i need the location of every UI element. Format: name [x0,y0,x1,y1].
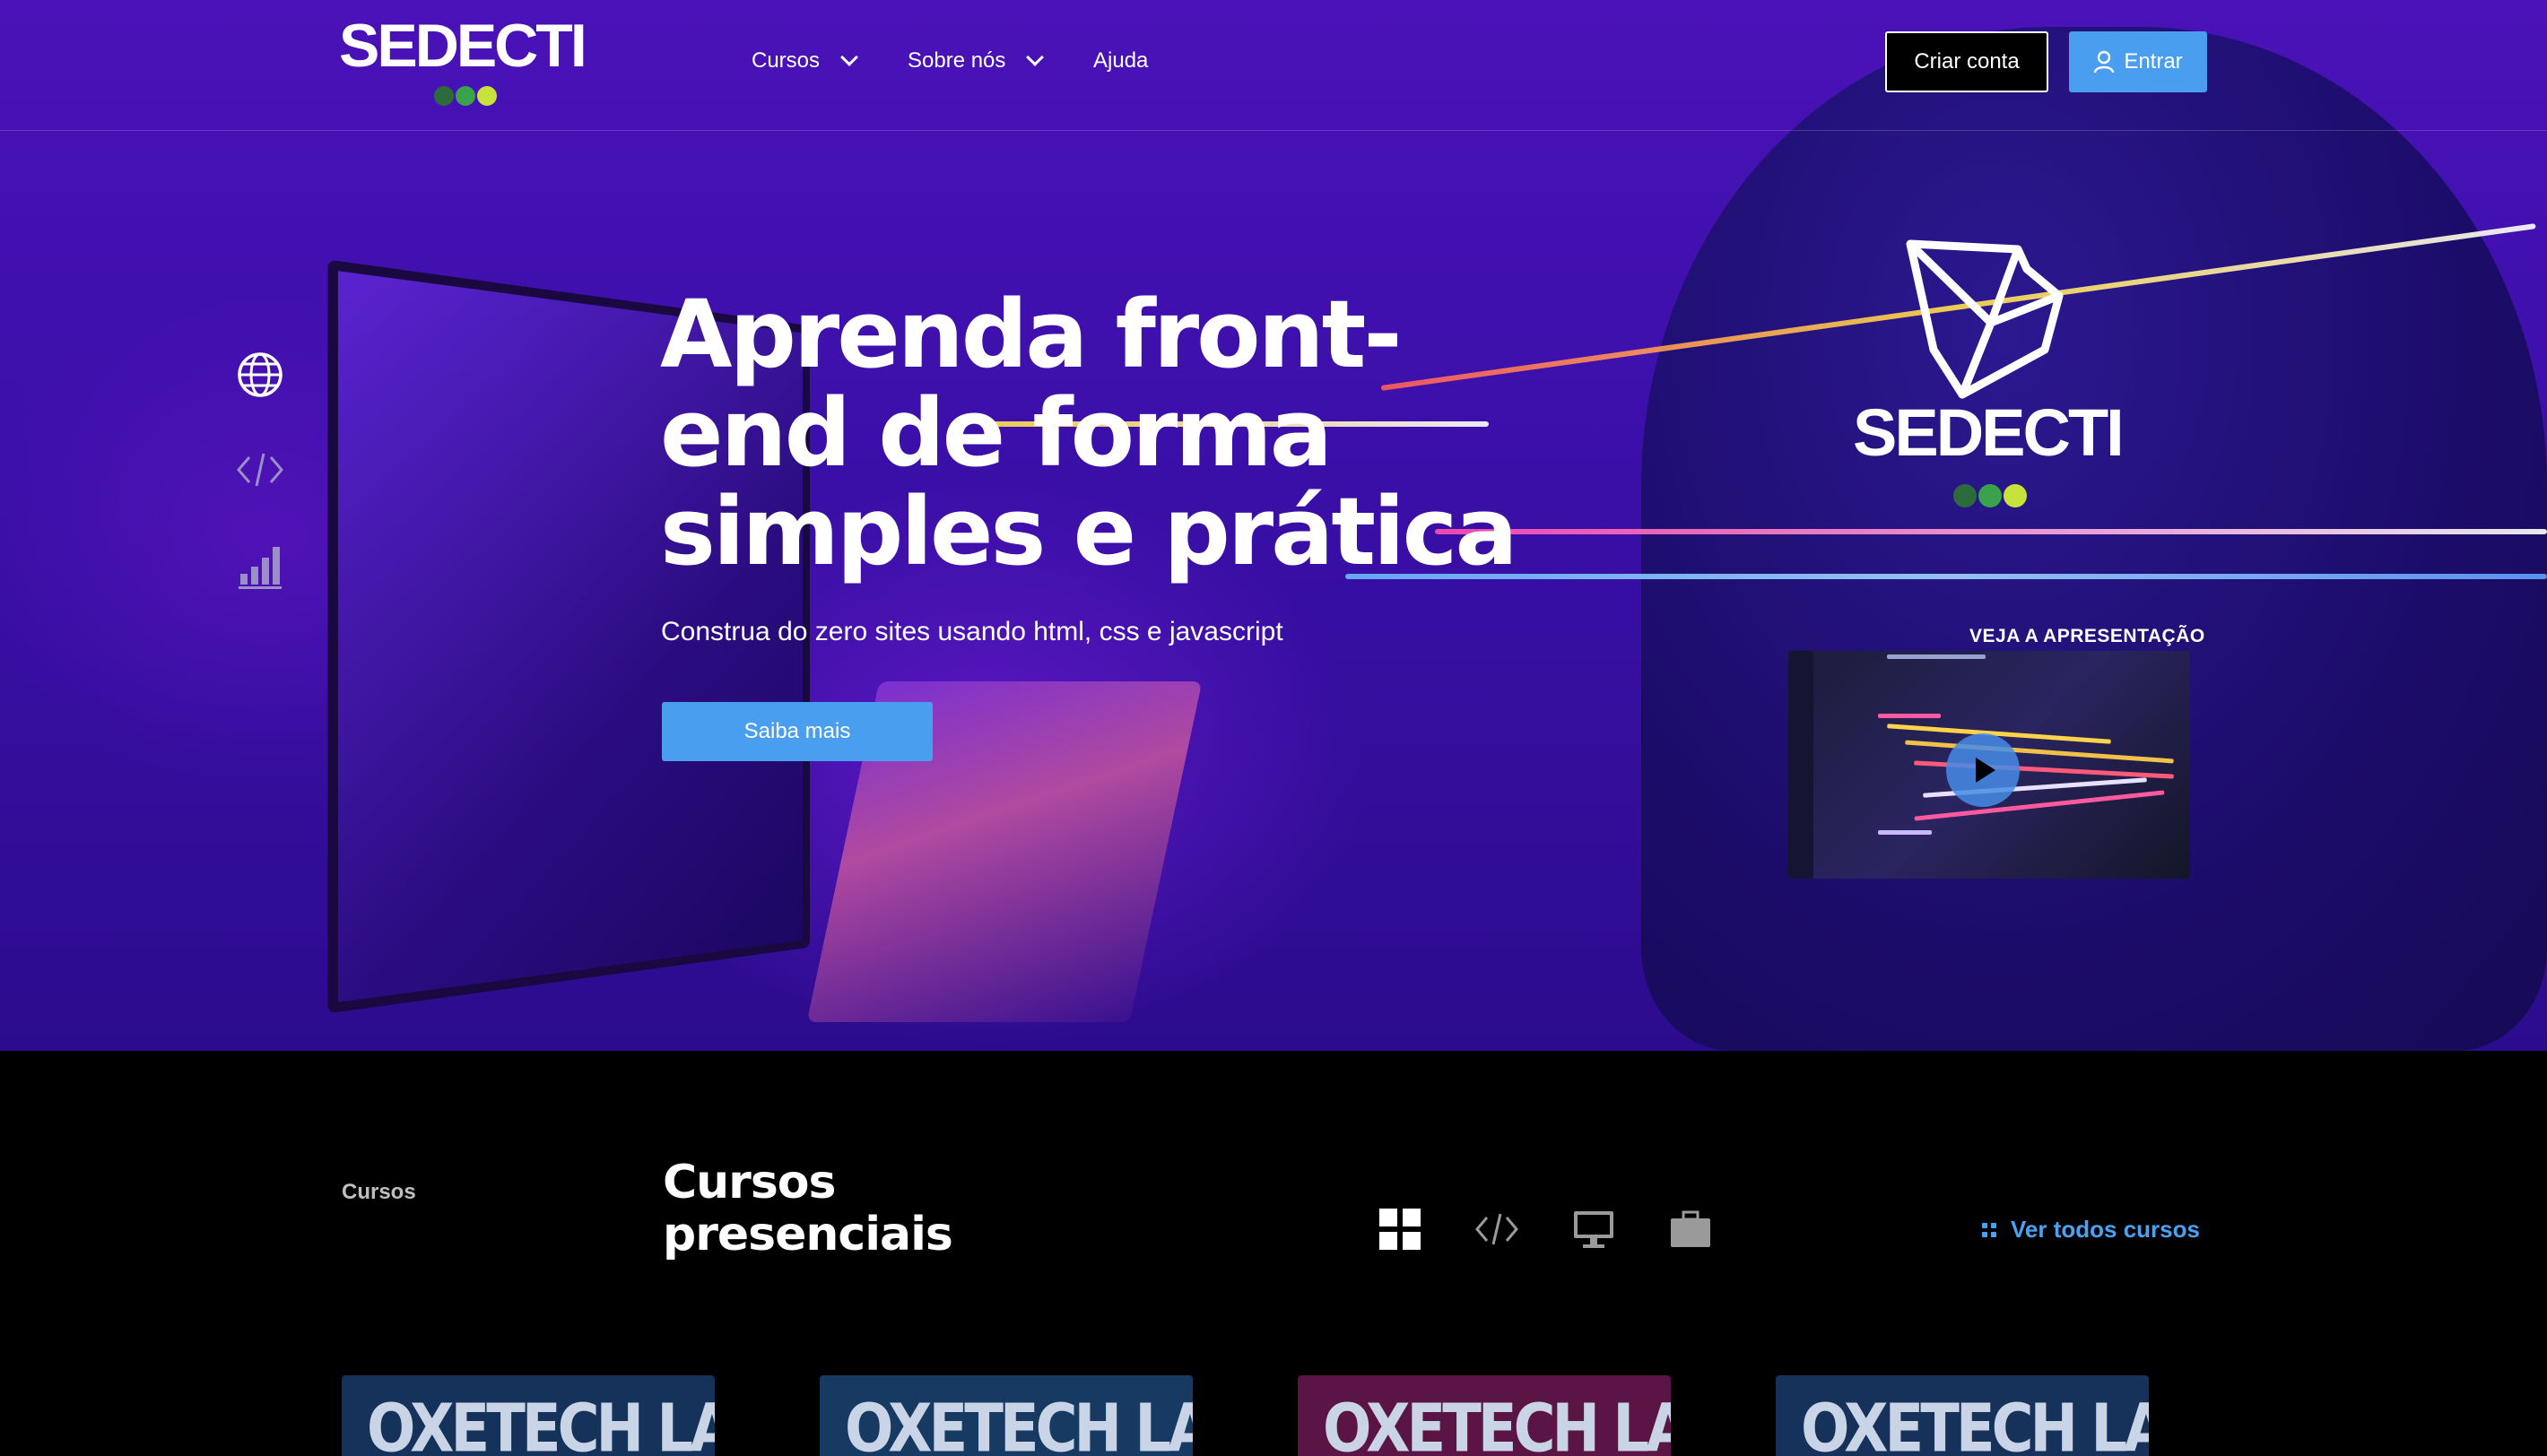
courses-title: Cursos presenciais [663,1156,953,1261]
login-label: Entrar [2124,49,2183,74]
grid-dots-icon [1982,1222,1996,1237]
nav-sobre-nos-label: Sobre nós [908,48,1006,73]
code-line [1878,830,1932,835]
nav-cursos-label: Cursos [752,48,821,73]
globe-icon[interactable] [235,350,285,400]
nav-sobre-nos[interactable]: Sobre nós [908,48,1045,74]
course-card[interactable]: OXETECH LAB [1776,1375,2149,1456]
brand-wordmark: SEDECTI [1853,395,2125,470]
learn-more-button[interactable]: Saiba mais [662,702,933,761]
brand-dot [2004,484,2027,507]
background-person [1641,27,2547,1051]
side-icon-column [235,350,285,590]
code-line [1887,654,1986,659]
video-label: VEJA A APRESENTAÇÃO [1969,626,2205,646]
hero-subtitle: Construa do zero sites usando html, css … [661,617,1283,646]
code-line [1905,740,2174,764]
see-all-courses-link[interactable]: Ver todos cursos [1982,1216,2200,1244]
grid-icon[interactable] [1378,1207,1422,1252]
light-strip [1435,529,2547,534]
create-account-button[interactable]: Criar conta [1885,31,2048,92]
chevron-down-icon [840,48,858,66]
code-line [1878,714,1941,718]
logo-dot [477,86,497,106]
hero-section: SEDECTI Cursos Sobre nós Ajuda Criar con… [0,0,2547,1051]
brand-dot [1953,484,1977,507]
nav-cursos[interactable]: Cursos [752,48,858,74]
course-card-title: OXETECH LAB [367,1391,715,1456]
code-icon[interactable] [235,445,285,495]
course-card[interactable]: OXETECH LAB [342,1375,715,1456]
briefcase-icon[interactable] [1668,1207,1713,1252]
presentation-video[interactable] [1788,651,2190,879]
site-logo[interactable]: SEDECTI [339,11,587,81]
course-filters [1378,1207,1713,1252]
logo-dots [434,86,497,106]
course-card[interactable]: OXETECH LAB [1298,1375,1671,1456]
play-button[interactable] [1946,733,2020,807]
code-line [1788,651,1813,879]
course-card-title: OXETECH LAB [1801,1391,2149,1456]
nav-ajuda[interactable]: Ajuda [1093,48,1148,74]
top-navigation: SEDECTI Cursos Sobre nós Ajuda Criar con… [0,0,2547,131]
logo-dot [434,86,454,106]
user-icon [2094,50,2115,74]
brand-dot [1978,484,2002,507]
play-icon [1976,758,1995,783]
section-tag: Cursos [342,1180,416,1204]
course-card-title: OXETECH LAB [845,1391,1193,1456]
hero-title: Aprenda front-end de forma simples e prá… [660,280,1518,586]
see-all-label: Ver todos cursos [2011,1216,2200,1243]
monitor-icon[interactable] [1571,1207,1616,1252]
brand-dots [1953,484,2027,507]
nav-ajuda-label: Ajuda [1093,48,1149,73]
bar-chart-icon[interactable] [235,540,285,590]
code-icon[interactable] [1474,1207,1519,1252]
course-card[interactable]: OXETECH LAB [820,1375,1193,1456]
course-card-title: OXETECH LAB [1323,1391,1671,1456]
login-button[interactable]: Entrar [2069,31,2207,92]
chevron-down-icon [1026,48,1045,66]
logo-dot [456,86,475,106]
